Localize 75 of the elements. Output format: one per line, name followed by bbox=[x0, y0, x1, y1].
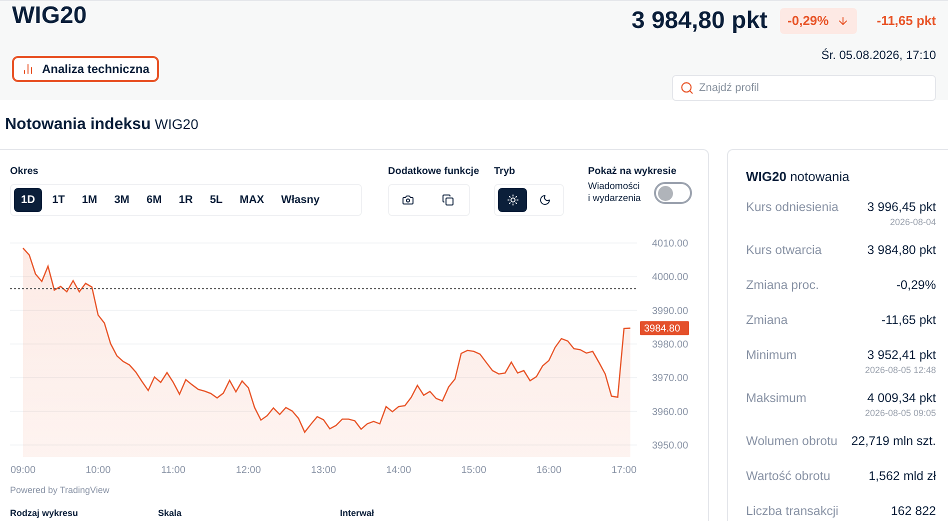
option-label: Rodzaj wykresu bbox=[10, 508, 80, 518]
period-tab[interactable]: 1M bbox=[74, 188, 104, 212]
axis-label: 16:00 bbox=[536, 465, 562, 476]
period-tab[interactable]: 1D bbox=[14, 188, 42, 212]
search-icon bbox=[680, 81, 694, 95]
control-label: Dodatkowe funkcje bbox=[388, 165, 480, 179]
period-tab[interactable]: 3M bbox=[107, 188, 136, 212]
quote-value: -11,65 pkt bbox=[881, 312, 936, 329]
axis-label: 3980.00 bbox=[652, 340, 688, 350]
quote-value: 1,562 mld zł bbox=[868, 468, 936, 484]
section-title: Notowania indeksu bbox=[5, 115, 151, 135]
period-tab[interactable]: 1R bbox=[172, 188, 200, 212]
period-tab[interactable]: 1T bbox=[45, 188, 72, 212]
quote-value: 3 996,45 pkt bbox=[867, 198, 936, 216]
section-symbol: WIG20 bbox=[154, 115, 198, 134]
option-label: Interwał bbox=[340, 508, 374, 518]
price-tag: 3984.80 bbox=[640, 321, 689, 336]
axis-label: 3970.00 bbox=[652, 373, 688, 384]
control-label: Tryb bbox=[494, 165, 516, 179]
quote-value: 3 952,41 pkt bbox=[867, 346, 936, 364]
quote-label: Zmiana bbox=[746, 312, 788, 328]
period-tab[interactable]: 5L bbox=[202, 188, 230, 212]
search-field[interactable]: Znajdź profil bbox=[672, 75, 936, 101]
quote-value: 162 822 bbox=[890, 502, 936, 520]
axis-label: 3950.00 bbox=[652, 440, 688, 452]
quote-label: Maksimum bbox=[746, 390, 806, 406]
quote-value: -0,29% bbox=[896, 276, 936, 294]
quote-date: 2026-08-05 09:05 bbox=[864, 407, 936, 420]
quote-label: Wartość obrotu bbox=[746, 468, 830, 484]
axis-label: 14:00 bbox=[386, 465, 412, 476]
axis-label: 17:00 bbox=[611, 465, 637, 476]
quote-label: Wolumen obrotu bbox=[746, 432, 838, 450]
sun-mode-button[interactable] bbox=[498, 188, 527, 212]
sun-icon bbox=[506, 194, 518, 206]
control-label: Okres bbox=[10, 165, 40, 179]
quote-label: Kurs odniesienia bbox=[746, 198, 838, 216]
news-toggle[interactable] bbox=[654, 182, 692, 204]
card-title: WIG20 notowania bbox=[746, 168, 850, 186]
moon-icon bbox=[538, 194, 550, 206]
quote-value: 22,719 mln szt. bbox=[851, 432, 936, 450]
quote-value: 3 984,80 pkt bbox=[867, 242, 936, 259]
axis-label: 10:00 bbox=[86, 465, 111, 476]
date-time: Śr. 05.08.2026, 17:10 bbox=[821, 47, 936, 64]
axis-label: 09:00 bbox=[10, 465, 36, 476]
quote-label: Kurs otwarcia bbox=[746, 242, 822, 258]
axis-label: 11:00 bbox=[161, 465, 186, 476]
toggle-label: Wiadomości i wydarzenia bbox=[588, 181, 642, 205]
axis-label: 3960.00 bbox=[652, 406, 688, 418]
period-tab[interactable]: 6M bbox=[139, 188, 169, 212]
option-label: Skala bbox=[158, 508, 183, 518]
axis-label: 4010.00 bbox=[652, 238, 688, 250]
change-badge: -0,29% bbox=[780, 8, 857, 34]
period-tab[interactable]: Własny bbox=[274, 188, 327, 212]
quote-value: 4 009,34 pkt bbox=[867, 390, 936, 407]
period-tab[interactable]: MAX bbox=[232, 188, 272, 212]
quote-date: 2026-08-05 12:48 bbox=[864, 364, 936, 378]
axis-label: 3990.00 bbox=[652, 306, 688, 317]
change-value: -11,65 pkt bbox=[876, 12, 936, 30]
axis-label: 15:00 bbox=[461, 465, 486, 476]
page-title: WIG20 bbox=[12, 3, 88, 29]
quote-label: Minimum bbox=[746, 346, 797, 364]
camera-icon bbox=[402, 194, 414, 206]
axis-label: 4000.00 bbox=[652, 272, 688, 284]
bar-chart-icon bbox=[22, 63, 34, 75]
axis-label: 12:00 bbox=[236, 465, 261, 476]
quote-date: 2026-08-04 bbox=[890, 216, 936, 230]
quote-label: Zmiana proc. bbox=[746, 276, 819, 294]
copy-icon bbox=[442, 194, 454, 206]
control-label: Pokaż na wykresie bbox=[588, 165, 678, 179]
chart-credit: Powered by TradingView bbox=[10, 484, 110, 497]
technical-analysis-button[interactable]: Analiza techniczna bbox=[12, 56, 160, 82]
quote-label: Liczba transakcji bbox=[746, 502, 838, 520]
index-price: 3 984,80 pkt bbox=[631, 6, 768, 36]
arrow-down-icon bbox=[836, 15, 849, 27]
axis-label: 13:00 bbox=[310, 465, 336, 476]
